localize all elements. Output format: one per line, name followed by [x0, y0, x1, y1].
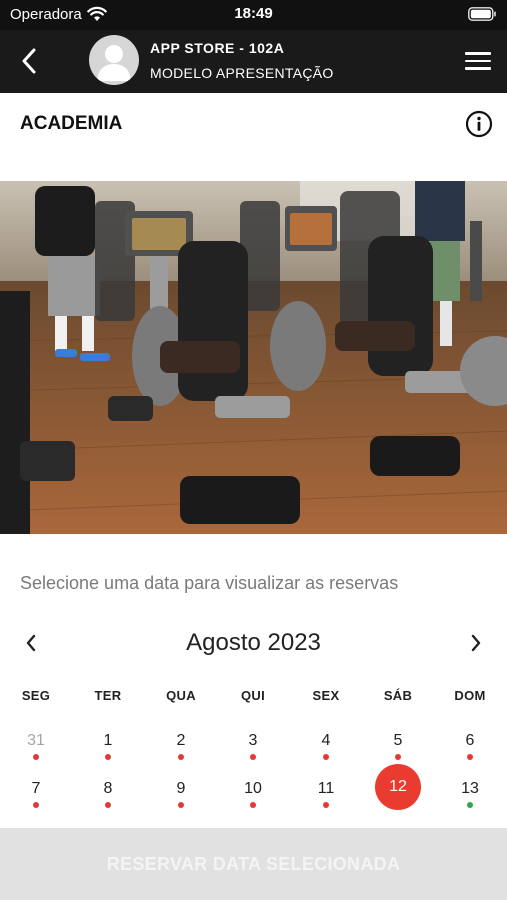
page-title: ACADEMIA — [20, 113, 123, 134]
header-title: APP STORE - 102A — [150, 40, 285, 56]
status-time: 18:49 — [234, 5, 273, 22]
availability-dot — [395, 754, 401, 760]
calendar-day-number: 3 — [248, 732, 258, 749]
calendar-day-number: 13 — [461, 780, 479, 797]
calendar-day[interactable]: 6 — [434, 732, 506, 782]
calendar-weekdays: SEG TER QUA QUI SEX SÁB DOM — [0, 688, 507, 708]
calendar-day-number: 6 — [465, 732, 475, 749]
weekday-label: SEX — [312, 688, 340, 703]
calendar-day-selected[interactable]: 12 — [362, 764, 434, 830]
header-subtitle: MODELO APRESENTAÇÃO — [150, 65, 334, 81]
calendar-day[interactable]: 31 — [0, 732, 72, 782]
calendar-day-number: 2 — [176, 732, 186, 749]
calendar-day-number: 11 — [317, 780, 335, 797]
calendar-day-number: 8 — [103, 780, 113, 797]
availability-dot — [178, 754, 184, 760]
availability-dot — [105, 802, 111, 808]
weekday-label: DOM — [454, 688, 486, 703]
availability-dot — [467, 802, 473, 808]
weekday-label: SÁB — [383, 688, 413, 703]
user-avatar-icon[interactable] — [89, 35, 139, 85]
chevron-left-icon — [22, 48, 36, 74]
calendar-day-number: 1 — [103, 732, 113, 749]
calendar-week-row: 31 1 2 3 4 5 6 — [0, 732, 507, 782]
availability-dot — [178, 802, 184, 808]
calendar-day[interactable]: 13 — [434, 780, 506, 830]
availability-dot — [250, 802, 256, 808]
calendar-day[interactable]: 8 — [72, 780, 144, 830]
hamburger-menu-icon[interactable] — [465, 48, 491, 74]
calendar-day-number: 31 — [27, 732, 45, 749]
availability-dot — [33, 754, 39, 760]
calendar-instruction: Selecione uma data para visualizar as re… — [20, 573, 399, 593]
status-bar: Operadora 18:49 — [0, 0, 507, 30]
calendar-day-number: 10 — [244, 780, 262, 797]
calendar-day-number: 9 — [176, 780, 186, 797]
gym-exercise-bikes-photo — [0, 181, 507, 534]
calendar-day-number: 5 — [393, 732, 403, 749]
weekday-label: QUA — [166, 688, 196, 703]
calendar-day[interactable]: 9 — [145, 780, 217, 830]
app-header: APP STORE - 102A MODELO APRESENTAÇÃO — [0, 30, 507, 93]
chevron-right-icon — [471, 634, 481, 652]
calendar-day[interactable]: 11 — [290, 780, 362, 830]
calendar-day[interactable]: 3 — [217, 732, 289, 782]
battery-icon — [468, 7, 496, 21]
calendar-day[interactable]: 7 — [0, 780, 72, 830]
availability-dot — [323, 802, 329, 808]
calendar-day[interactable]: 10 — [217, 780, 289, 830]
calendar-day[interactable]: 4 — [290, 732, 362, 782]
weekday-label: SEG — [21, 688, 51, 703]
calendar-day-number: 12 — [389, 778, 407, 795]
info-icon[interactable] — [465, 110, 493, 138]
calendar-day-number: 7 — [31, 780, 41, 797]
weekday-label: TER — [94, 688, 122, 703]
back-button[interactable] — [14, 45, 44, 77]
availability-dot — [323, 754, 329, 760]
calendar-day-number: 4 — [321, 732, 331, 749]
calendar-month-label: Agosto 2023 — [186, 629, 321, 656]
availability-dot — [105, 754, 111, 760]
calendar-day[interactable]: 2 — [145, 732, 217, 782]
availability-dot — [33, 802, 39, 808]
availability-dot — [467, 754, 473, 760]
calendar-next-month-button[interactable] — [463, 630, 489, 656]
calendar-week-row: 7 8 9 10 11 12 13 — [0, 764, 507, 830]
calendar-day[interactable]: 1 — [72, 732, 144, 782]
weekday-label: QUI — [240, 688, 265, 703]
availability-dot — [250, 754, 256, 760]
reserve-date-button[interactable]: RESERVAR DATA SELECIONADA — [0, 828, 507, 900]
